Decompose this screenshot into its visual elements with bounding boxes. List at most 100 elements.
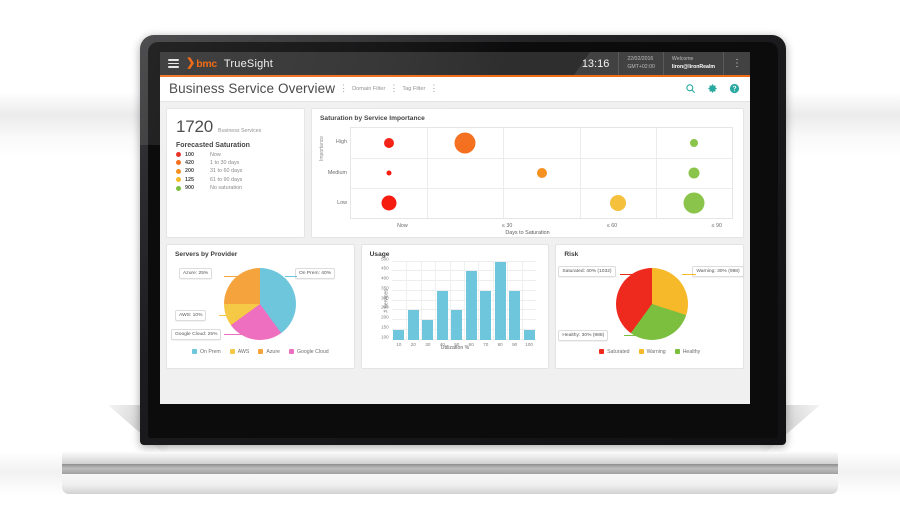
bubble-point[interactable]	[386, 170, 392, 175]
help-icon[interactable]	[729, 83, 740, 94]
y-axis-tick: 200	[381, 314, 389, 320]
bubble-point[interactable]	[384, 137, 395, 148]
forecasted-saturation-title: Forecasted Saturation	[176, 141, 250, 149]
user-block[interactable]: Welcome liron@lironRealm	[662, 52, 723, 75]
domain-filter-menu-icon[interactable]: ⋮	[389, 84, 398, 93]
dashboard-row-top: 1720 Business Services Forecasted Satura…	[166, 107, 744, 238]
bar[interactable]	[422, 320, 434, 340]
pie-slice-label: AWS: 10%	[175, 309, 207, 321]
bubble-point[interactable]	[454, 132, 476, 153]
y-axis-tick: 250	[381, 304, 389, 310]
legend-item[interactable]: On Prem	[191, 348, 221, 355]
legend-label: On Prem	[199, 348, 221, 355]
y-axis-tick: High	[335, 138, 347, 145]
legend-label: Google Cloud	[296, 348, 329, 355]
timezone-value: GMT+02:00	[627, 63, 655, 70]
legend-item[interactable]: AWS	[229, 348, 250, 355]
tag-filter[interactable]: Tag Filter	[402, 86, 425, 92]
pie-slice-label: Azure: 25%	[179, 267, 213, 279]
legend-label: Azure	[266, 348, 280, 355]
dashboard-body: 1720 Business Services Forecasted Satura…	[160, 101, 750, 404]
grid-line-vertical	[655, 127, 657, 218]
grid-line-vertical	[579, 127, 581, 218]
bar[interactable]	[451, 310, 463, 340]
gear-icon[interactable]	[707, 83, 718, 94]
saturation-row: 200 31 to 60 days	[176, 168, 295, 174]
page-title: Business Service Overview	[169, 81, 336, 96]
clock: 13:16	[581, 57, 610, 70]
legend-label: AWS	[237, 348, 250, 355]
saturation-label: 31 to 60 days	[210, 168, 243, 175]
domain-filter[interactable]: Domain Filter	[352, 86, 385, 92]
x-axis-tick: ≤ 90	[711, 222, 722, 229]
y-axis-tick: 100	[381, 334, 389, 339]
x-axis-tick: ≤ 30	[502, 222, 513, 229]
pie-slice-label: Saturated: 40% (1032)	[558, 265, 616, 277]
saturation-value: 100	[185, 151, 194, 158]
bubble-point[interactable]	[536, 167, 547, 178]
forecasted-saturation-list: 100 Now 420 1 to 30 days 200 31 to 60 days 125…	[176, 151, 295, 191]
grid-line-horizontal	[351, 157, 732, 159]
bar[interactable]	[494, 261, 506, 340]
servers-by-provider-card: Servers by Provider On Prem: 40% Azure: 2…	[166, 243, 355, 369]
legend-item[interactable]: Azure	[258, 349, 280, 355]
saturation-chart-title: Saturation by Service Importance	[320, 114, 425, 122]
legend-swatch	[191, 349, 197, 354]
hamburger-icon[interactable]	[168, 59, 179, 68]
product-name: TrueSight	[223, 57, 274, 70]
tag-filter-menu-icon[interactable]: ⋮	[429, 84, 438, 93]
bubble-point[interactable]	[688, 167, 700, 178]
kebab-menu-icon[interactable]: ⋮	[723, 52, 750, 75]
leader-line	[682, 273, 697, 275]
bar[interactable]	[480, 290, 492, 340]
saturation-value: 900	[185, 185, 194, 192]
title-menu-icon[interactable]: ⋮	[339, 84, 348, 93]
saturation-row: 125 61 to 90 days	[176, 177, 295, 183]
page-titlebar: Business Service Overview ⋮ Domain Filte…	[160, 76, 750, 102]
legend-swatch	[599, 349, 605, 354]
bar[interactable]	[393, 329, 405, 340]
legend-item[interactable]: Saturated	[599, 349, 630, 355]
status-dot-icon	[176, 185, 181, 191]
pie-slice-label: On Prem: 40%	[295, 267, 336, 279]
pie-body[interactable]	[616, 267, 689, 340]
username: liron@lironRealm	[671, 63, 715, 70]
bar[interactable]	[523, 329, 535, 340]
bubble-point[interactable]	[689, 138, 698, 147]
usage-card: Usage # Services 500 450 400 350 300 250 200 15…	[360, 243, 550, 369]
legend-swatch	[638, 349, 644, 354]
x-axis-tick: ≤ 60	[606, 222, 618, 229]
legend-label: Saturated	[607, 348, 630, 355]
business-services-count: 1720	[176, 116, 214, 136]
topbar-right: 13:16 22/02/2016 GMT+02:00 Welcome liron…	[573, 52, 750, 75]
leader-line	[285, 275, 297, 277]
search-icon[interactable]	[685, 83, 696, 94]
bmc-wordmark: bmc	[196, 57, 217, 70]
bubble-point[interactable]	[381, 195, 397, 210]
status-dot-icon	[176, 177, 181, 183]
grid-line-vertical	[503, 127, 505, 218]
pie-body[interactable]	[224, 267, 296, 340]
legend-item[interactable]: Healthy	[674, 349, 700, 355]
pie-slice-label: Google Cloud: 25%	[171, 328, 222, 340]
risk-pie-chart: Saturated: 40% (1032) Warning: 30% (988) H…	[558, 262, 744, 346]
bar[interactable]	[509, 290, 521, 340]
legend-swatch	[229, 349, 235, 354]
risk-card: Risk Saturated: 40% (1032) Warning: 30% (…	[555, 243, 745, 369]
bmc-logo[interactable]: ❯ bmc	[186, 58, 217, 70]
legend-label: Warning	[646, 348, 666, 355]
legend-item[interactable]: Google Cloud	[288, 348, 329, 355]
legend-item[interactable]: Warning	[638, 348, 666, 355]
bar[interactable]	[436, 290, 448, 340]
bar[interactable]	[465, 271, 477, 340]
bar[interactable]	[407, 310, 419, 340]
y-axis-tick: Low	[337, 200, 347, 207]
y-axis-tick: 150	[381, 324, 389, 330]
saturation-row: 420 1 to 30 days	[176, 160, 295, 166]
saturation-bubble-chart: Importance Days to Saturation High Medium…	[319, 126, 735, 236]
saturation-row: 900 No saturation	[176, 185, 295, 191]
bubble-point[interactable]	[609, 194, 626, 211]
usage-bar-chart: # Services 500 450 400 350 300 250 200 150 100 10…	[381, 256, 537, 347]
bubble-point[interactable]	[683, 192, 705, 213]
y-axis-tick: Medium	[327, 169, 347, 176]
